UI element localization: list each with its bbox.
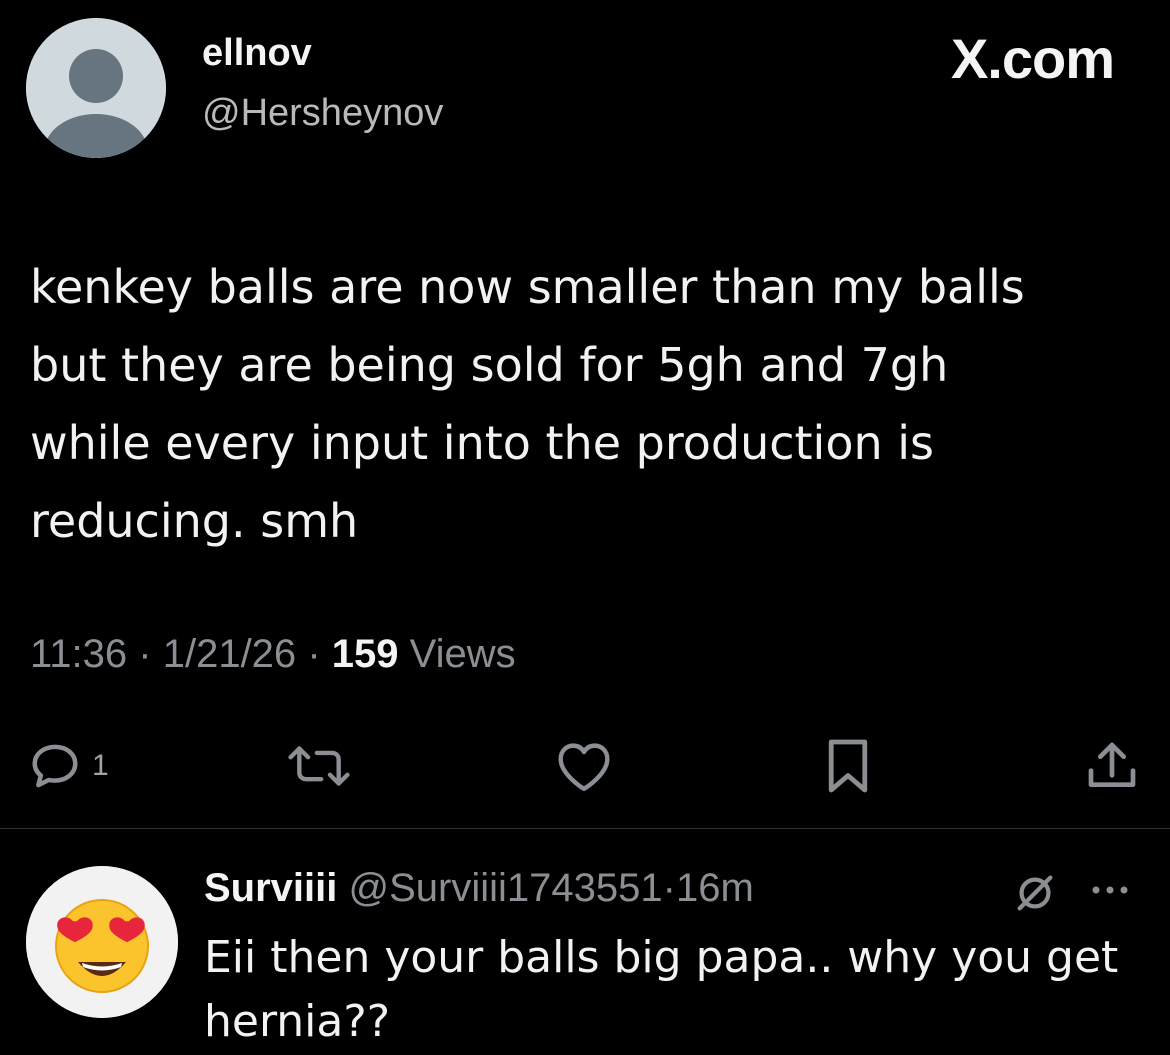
bookmark-icon xyxy=(828,739,868,793)
tweet-text: kenkey balls are now smaller than my bal… xyxy=(30,260,1025,548)
bookmark-button[interactable] xyxy=(824,736,872,796)
share-icon xyxy=(1088,742,1136,787)
reply-text: Eii then your balls big papa.. why you g… xyxy=(204,932,1119,1047)
reply-author-avatar[interactable] xyxy=(26,866,178,1018)
retweet-icon xyxy=(288,746,350,786)
tweet-time[interactable]: 11:36 xyxy=(30,632,127,676)
tweet-date[interactable]: 1/21/26 xyxy=(163,632,296,676)
reply-separator: · xyxy=(662,866,676,910)
views-label: Views xyxy=(409,632,516,676)
heart-eyes-emoji-icon xyxy=(26,866,178,1018)
mute-icon xyxy=(1017,875,1053,911)
author-handle[interactable]: @Hersheynov xyxy=(202,92,443,135)
retweet-button[interactable] xyxy=(284,736,354,796)
reply-icon xyxy=(32,744,78,788)
reply-time[interactable]: 16m xyxy=(676,866,754,910)
mute-button[interactable] xyxy=(1012,870,1058,921)
more-icon xyxy=(1092,886,1128,894)
meta-separator: · xyxy=(138,632,152,676)
reply-author-name[interactable]: Surviiii xyxy=(204,866,337,910)
author-avatar[interactable] xyxy=(26,18,166,158)
reply-author-handle[interactable]: @Surviiii1743551 xyxy=(349,866,663,910)
more-button[interactable] xyxy=(1086,878,1134,907)
reply-button[interactable]: 1 xyxy=(28,736,109,796)
meta-separator: · xyxy=(307,632,321,676)
divider xyxy=(0,828,1170,829)
reply-header: Surviiii @Surviiii1743551·16m xyxy=(204,866,754,911)
site-label: X.com xyxy=(950,27,1115,90)
heart-icon xyxy=(558,743,610,792)
reply-count: 1 xyxy=(92,749,109,782)
share-button[interactable] xyxy=(1084,736,1140,796)
like-button[interactable] xyxy=(554,736,614,796)
author-name[interactable]: ellnov xyxy=(202,32,312,75)
views-count: 159 xyxy=(331,632,399,676)
tweet-meta: 11:36 · 1/21/26 · 159 Views xyxy=(30,632,516,677)
default-avatar-icon xyxy=(26,18,166,158)
